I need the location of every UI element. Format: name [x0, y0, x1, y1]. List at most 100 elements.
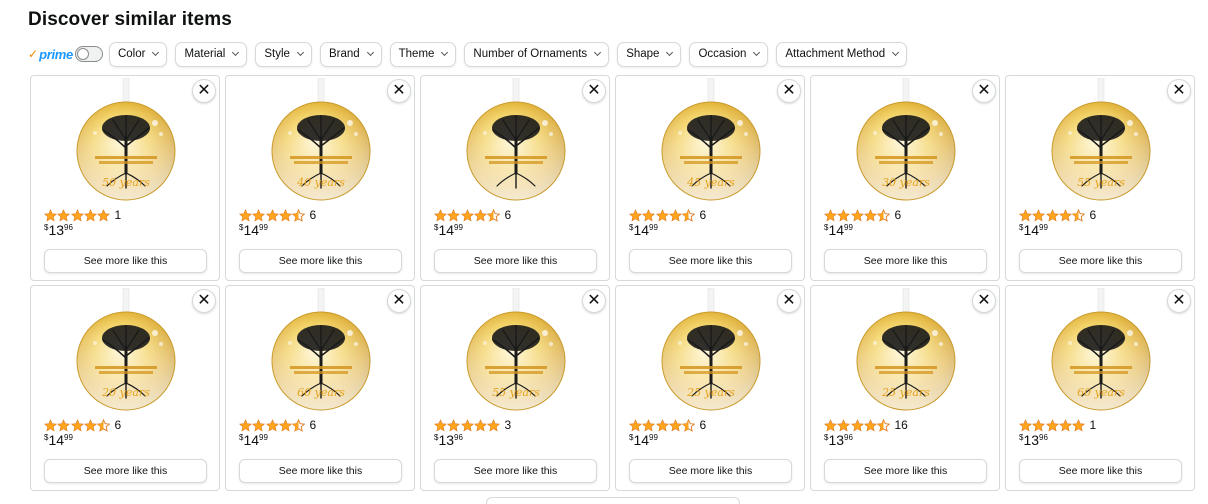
product-image[interactable]: 45 years	[658, 78, 764, 212]
review-count[interactable]: 6	[699, 418, 706, 432]
filter-attachment-method-dropdown[interactable]: Attachment Method	[776, 41, 908, 67]
see-more-like-this-button[interactable]: See more like this	[629, 459, 792, 483]
close-icon[interactable]: ✕	[387, 79, 411, 103]
review-count[interactable]: 6	[1089, 208, 1096, 222]
product-image[interactable]: 60 years	[268, 288, 374, 422]
price-cents: 99	[844, 223, 853, 232]
rating[interactable]: 1	[1019, 418, 1096, 432]
prime-toggle[interactable]	[74, 46, 103, 62]
star-icon	[850, 208, 864, 222]
product-card[interactable]: ✕	[225, 285, 415, 491]
close-icon[interactable]: ✕	[192, 79, 216, 103]
product-card[interactable]: ✕	[420, 75, 610, 281]
review-count[interactable]: 1	[114, 208, 121, 222]
close-icon[interactable]: ✕	[582, 79, 606, 103]
star-icon	[1019, 208, 1032, 222]
price: $14 99	[239, 223, 268, 237]
rating[interactable]: 6	[434, 208, 511, 222]
close-icon[interactable]: ✕	[777, 289, 801, 313]
review-count[interactable]: 6	[504, 208, 511, 222]
filter-brand-dropdown[interactable]: Brand	[319, 41, 382, 67]
rating[interactable]: 3	[434, 418, 511, 432]
see-more-like-this-button[interactable]: See more like this	[44, 249, 207, 273]
product-card[interactable]: ✕	[810, 285, 1000, 491]
star-icon	[1045, 208, 1059, 222]
see-more-like-this-button[interactable]: See more like this	[434, 249, 597, 273]
see-more-like-this-button[interactable]: See more like this	[44, 459, 207, 483]
price-cents: 99	[259, 433, 268, 442]
see-more-like-this-button[interactable]: See more like this	[824, 459, 987, 483]
product-card[interactable]: ✕	[615, 285, 805, 491]
product-image[interactable]	[463, 78, 569, 212]
product-image[interactable]: 60 years	[1048, 288, 1154, 422]
filter-color-dropdown[interactable]: Color	[108, 41, 168, 67]
close-icon[interactable]: ✕	[1167, 289, 1191, 313]
star-icon	[863, 208, 877, 222]
close-icon[interactable]: ✕	[1167, 79, 1191, 103]
product-image[interactable]: 40 years	[268, 78, 374, 212]
review-count[interactable]: 6	[114, 418, 121, 432]
filter-occasion-dropdown[interactable]: Occasion	[689, 41, 769, 67]
rating[interactable]: 6	[629, 418, 706, 432]
see-more-like-this-button[interactable]: See more like this	[629, 249, 792, 273]
product-image[interactable]: 50 years	[73, 78, 179, 212]
review-count[interactable]: 6	[309, 208, 316, 222]
prime-check-icon: ✓	[28, 47, 39, 61]
bottom-button-edge[interactable]	[486, 497, 740, 504]
see-more-like-this-button[interactable]: See more like this	[824, 249, 987, 273]
review-count[interactable]: 3	[504, 418, 511, 432]
filter-number-of-ornaments-dropdown[interactable]: Number of Ornaments	[464, 41, 610, 67]
product-card[interactable]: ✕	[810, 75, 1000, 281]
close-icon[interactable]: ✕	[192, 289, 216, 313]
product-card[interactable]: ✕	[225, 75, 415, 281]
see-more-like-this-button[interactable]: See more like this	[239, 249, 402, 273]
star-icon	[824, 208, 837, 222]
filter-material-dropdown[interactable]: Material	[175, 41, 248, 67]
close-icon[interactable]: ✕	[972, 289, 996, 313]
see-more-like-this-button[interactable]: See more like this	[1019, 459, 1182, 483]
star-icon	[83, 208, 97, 222]
filter-theme-dropdown[interactable]: Theme	[389, 41, 457, 67]
product-card[interactable]: ✕	[30, 75, 220, 281]
prime-filter[interactable]: ✓ prime	[28, 46, 103, 62]
product-image[interactable]: 30 years	[853, 78, 959, 212]
see-more-like-this-button[interactable]: See more like this	[434, 459, 597, 483]
close-icon[interactable]: ✕	[582, 289, 606, 313]
star-rating-icons	[629, 208, 696, 222]
review-count[interactable]: 6	[309, 418, 316, 432]
rating[interactable]: 6	[239, 208, 316, 222]
product-image[interactable]: 20 years	[73, 288, 179, 422]
product-card[interactable]: ✕	[1005, 75, 1195, 281]
product-image[interactable]: 55 years	[1048, 78, 1154, 212]
star-icon	[265, 208, 279, 222]
rating[interactable]: 1	[44, 208, 121, 222]
product-card[interactable]: ✕	[1005, 285, 1195, 491]
product-image[interactable]: 25 years	[658, 288, 764, 422]
rating[interactable]: 6	[629, 208, 706, 222]
rating[interactable]: 16	[824, 418, 908, 432]
review-count[interactable]: 16	[894, 418, 907, 432]
rating[interactable]: 6	[44, 418, 121, 432]
close-icon[interactable]: ✕	[777, 79, 801, 103]
see-more-like-this-button[interactable]: See more like this	[1019, 249, 1182, 273]
review-count[interactable]: 1	[1089, 418, 1096, 432]
rating[interactable]: 6	[824, 208, 901, 222]
product-image[interactable]: 25 years	[853, 288, 959, 422]
close-icon[interactable]: ✕	[387, 289, 411, 313]
product-card[interactable]: ✕	[30, 285, 220, 491]
filter-shape-dropdown[interactable]: Shape	[617, 41, 682, 67]
rating[interactable]: 6	[1019, 208, 1096, 222]
product-image[interactable]: 55 years	[463, 288, 569, 422]
rating[interactable]: 6	[239, 418, 316, 432]
star-icon	[629, 208, 642, 222]
product-card[interactable]: ✕	[420, 285, 610, 491]
price: $13 96	[434, 433, 463, 447]
prime-logo: prime	[39, 46, 73, 62]
review-count[interactable]: 6	[894, 208, 901, 222]
close-icon[interactable]: ✕	[972, 79, 996, 103]
product-card[interactable]: ✕	[615, 75, 805, 281]
see-more-like-this-button[interactable]: See more like this	[239, 459, 402, 483]
review-count[interactable]: 6	[699, 208, 706, 222]
star-rating-icons	[44, 418, 111, 432]
filter-style-dropdown[interactable]: Style	[255, 41, 312, 67]
